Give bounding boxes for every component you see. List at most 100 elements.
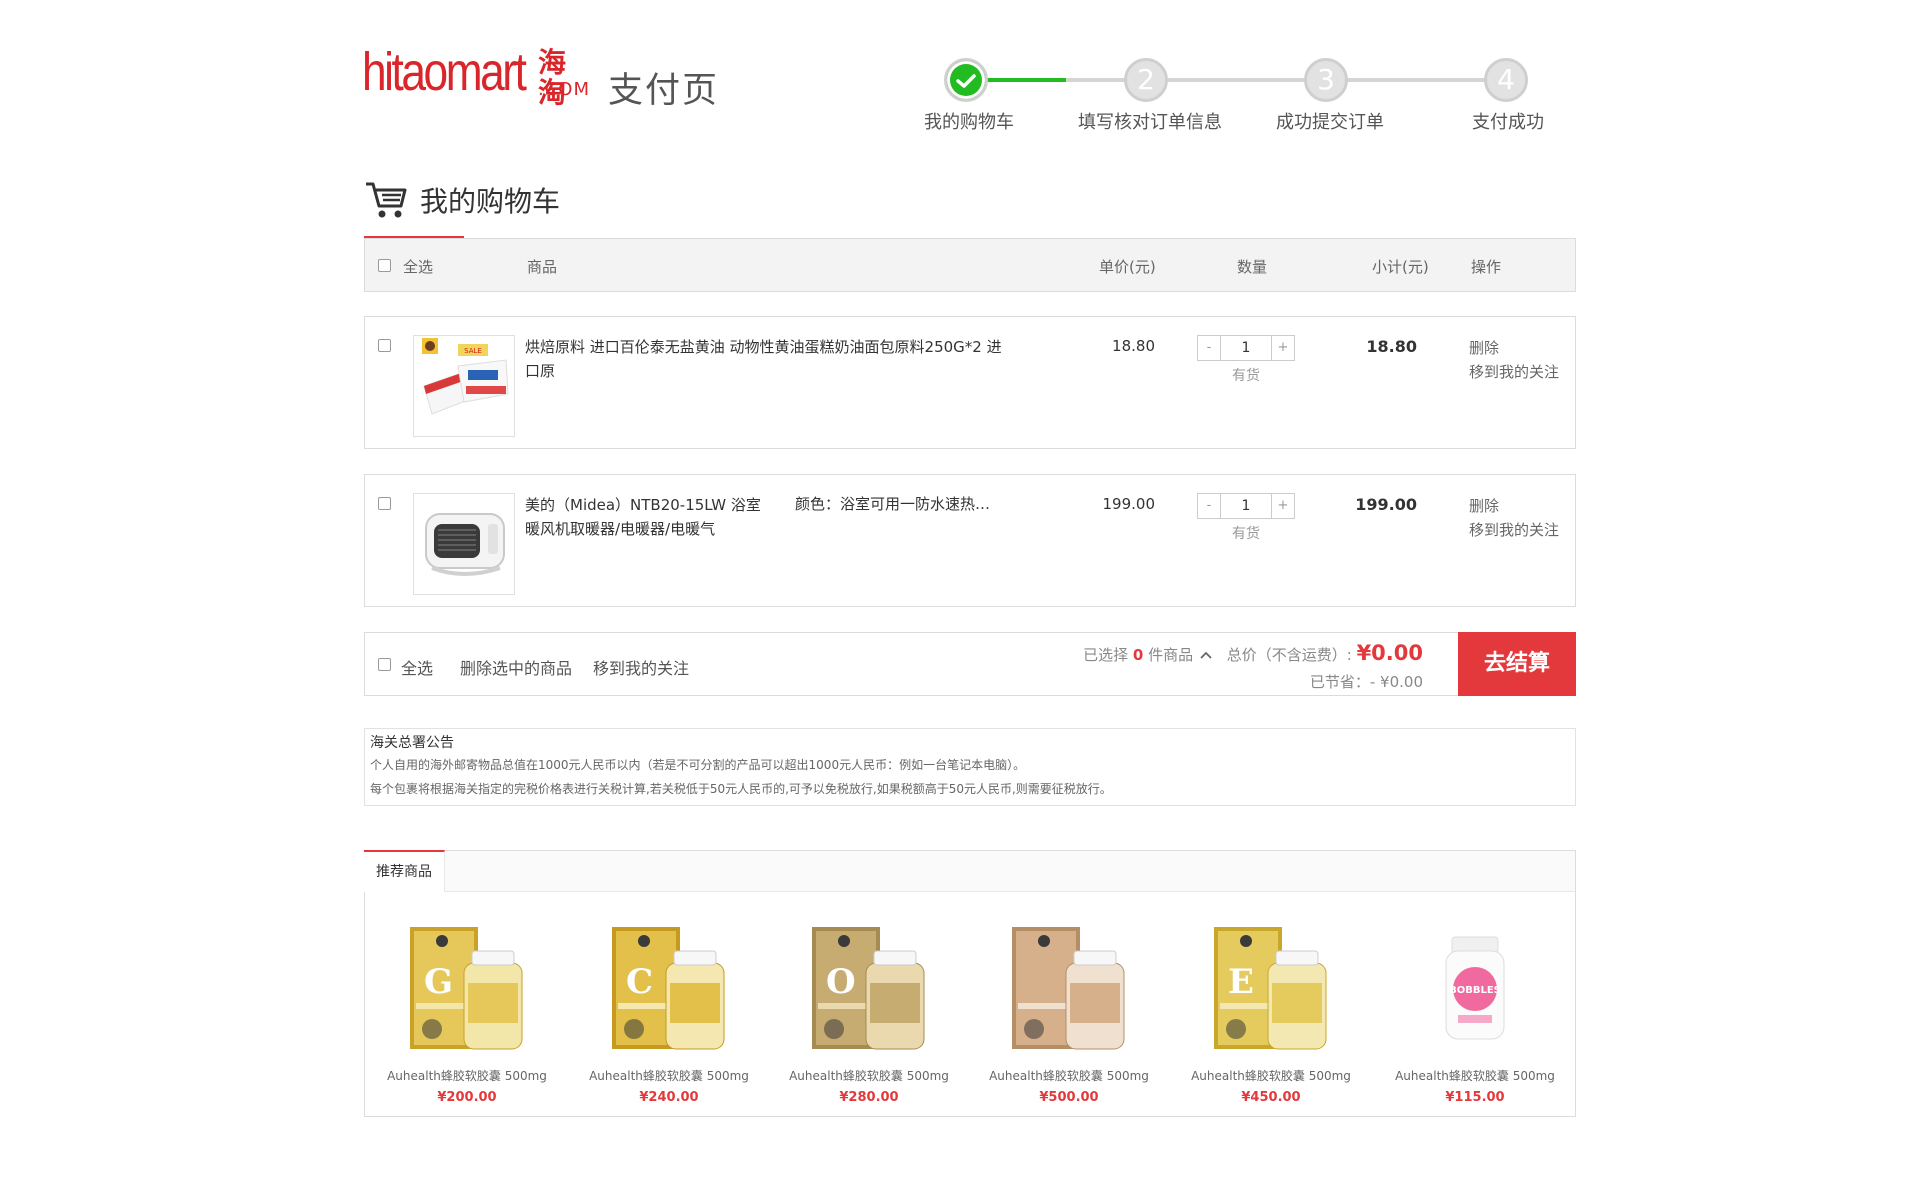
col-action: 操作 — [1471, 258, 1502, 276]
checkout-steps: 2 3 4 我的购物车 填写核对订单信息 成功提交订单 支付成功 — [924, 56, 1566, 136]
product-image-butter[interactable]: SALE — [413, 335, 515, 437]
svg-text:BOBBLES: BOBBLES — [1449, 985, 1501, 996]
chevron-up-icon[interactable] — [1200, 650, 1212, 660]
cart-item: 美的（Midea）NTB20-15LW 浴室暖风机取暖器/电暖器/电暖气 颜色：… — [364, 474, 1576, 607]
recommend-item-price: ¥500.00 — [1039, 1090, 1099, 1105]
notice-line: 每个包裹将根据海关指定的完税价格表进行关税计算,若关税低于50元人民币的,可予以… — [370, 782, 1112, 796]
step-1-label: 我的购物车 — [924, 112, 1014, 133]
qty-minus-button[interactable]: - — [1198, 494, 1220, 518]
recommend-product-image[interactable]: O — [804, 923, 934, 1055]
selected-count: 0 — [1132, 646, 1144, 664]
qty-minus-button[interactable]: - — [1198, 336, 1220, 360]
item-checkbox[interactable] — [378, 339, 391, 352]
tab-recommend[interactable]: 推荐商品 — [364, 850, 445, 892]
step-3-dot: 3 — [1304, 58, 1348, 102]
recommend-item[interactable]: C Auhealth蜂胶软胶囊 500mg ¥240.00 — [569, 923, 769, 1105]
recommend-header: 推荐商品 — [364, 850, 1575, 892]
step-2-dot: 2 — [1124, 58, 1168, 102]
site-logo[interactable]: hitaomart 海淘 .COM — [362, 42, 589, 108]
item-spec: 颜色：浴室可用一防水速热… — [795, 495, 991, 513]
quantity-stepper: - 1 + — [1197, 493, 1295, 519]
step-1-check-icon — [944, 58, 988, 102]
summary-move-to-follow[interactable]: 移到我的关注 — [593, 655, 689, 679]
qty-input[interactable]: 1 — [1220, 494, 1272, 518]
item-subtotal: 199.00 — [1355, 495, 1417, 514]
recommend-item-price: ¥240.00 — [639, 1090, 699, 1105]
recommend-item[interactable]: BOBBLES Auhealth蜂胶软胶囊 500mg ¥115.00 — [1375, 923, 1575, 1105]
svg-text:E: E — [1228, 962, 1254, 1002]
summary-select-all-checkbox[interactable] — [378, 658, 391, 671]
recommend-item-name[interactable]: Auhealth蜂胶软胶囊 500mg — [1375, 1067, 1575, 1084]
recommend-section: 推荐商品 G Auhealth蜂胶软胶囊 500mg ¥200.00 C Auhealt… — [364, 850, 1576, 1117]
recommend-item-name[interactable]: Auhealth蜂胶软胶囊 500mg — [1171, 1067, 1371, 1084]
item-name[interactable]: 烘焙原料 进口百伦泰无盐黄油 动物性黄油蛋糕奶油面包原料250G*2 进口原 — [525, 335, 1005, 383]
item-price: 199.00 — [1102, 495, 1156, 513]
delete-link[interactable]: 删除 — [1469, 337, 1499, 358]
cart-table-header: 全选 商品 单价(元) 数量 小计(元) 操作 — [364, 238, 1576, 292]
recommend-item[interactable]: G Auhealth蜂胶软胶囊 500mg ¥200.00 — [367, 923, 567, 1105]
notice-line: 个人自用的海外邮寄物品总值在1000元人民币以内（若是不可分割的产品可以超出10… — [370, 758, 1026, 772]
delete-link[interactable]: 删除 — [1469, 495, 1499, 516]
page-title: 支付页 — [608, 71, 720, 111]
svg-text:C: C — [626, 962, 653, 1002]
recommend-item[interactable]: E Auhealth蜂胶软胶囊 500mg ¥450.00 — [1171, 923, 1371, 1105]
item-subtotal: 18.80 — [1366, 337, 1417, 356]
delete-selected-button[interactable]: 删除选中的商品 — [460, 655, 572, 679]
move-to-follow-link[interactable]: 移到我的关注 — [1469, 519, 1559, 540]
recommend-item-name[interactable]: Auhealth蜂胶软胶囊 500mg — [569, 1067, 769, 1084]
quantity-stepper: - 1 + — [1197, 335, 1295, 361]
stock-status: 有货 — [1232, 526, 1260, 542]
recommend-item-name[interactable]: Auhealth蜂胶软胶囊 500mg — [769, 1067, 969, 1084]
step-2-label: 填写核对订单信息 — [1078, 112, 1222, 133]
qty-plus-button[interactable]: + — [1272, 494, 1294, 518]
item-name[interactable]: 美的（Midea）NTB20-15LW 浴室暖风机取暖器/电暖器/电暖气 — [525, 493, 775, 541]
select-all-label[interactable]: 全选 — [403, 256, 433, 277]
recommend-product-image[interactable] — [1004, 923, 1134, 1055]
logo-text: hitaomart — [362, 42, 527, 102]
cart-item: SALE 烘焙原料 进口百伦泰无盐黄油 动物性黄油蛋糕奶油面包原料250G*2 … — [364, 316, 1576, 449]
step-4-label: 支付成功 — [1472, 112, 1544, 133]
col-product: 商品 — [527, 258, 558, 276]
select-all-checkbox[interactable] — [378, 258, 391, 276]
col-quantity: 数量 — [1237, 258, 1268, 276]
product-image-heater[interactable] — [413, 493, 515, 595]
cart-heading: 我的购物车 — [364, 180, 560, 220]
recommend-item-price: ¥115.00 — [1445, 1090, 1505, 1105]
recommend-item[interactable]: Auhealth蜂胶软胶囊 500mg ¥500.00 — [969, 923, 1169, 1105]
saved-amount: 已节省：- ¥0.00 — [1309, 673, 1423, 691]
item-checkbox[interactable] — [378, 497, 391, 510]
notice-title: 海关总署公告 — [370, 735, 454, 751]
stock-status: 有货 — [1232, 368, 1260, 384]
cart-title: 我的购物车 — [420, 185, 561, 218]
recommend-product-image[interactable]: E — [1206, 923, 1336, 1055]
recommend-item-price: ¥200.00 — [437, 1090, 497, 1105]
logo-com: .COM — [538, 79, 590, 100]
svg-text:O: O — [826, 962, 856, 1002]
selected-prefix: 已选择 — [1083, 646, 1129, 664]
total-label: 总价（不含运费）: — [1226, 646, 1352, 664]
recommend-product-image[interactable]: BOBBLES — [1410, 923, 1540, 1055]
total-value: ¥0.00 — [1356, 641, 1423, 665]
recommend-item[interactable]: O Auhealth蜂胶软胶囊 500mg ¥280.00 — [769, 923, 969, 1105]
recommend-item-name[interactable]: Auhealth蜂胶软胶囊 500mg — [969, 1067, 1169, 1084]
col-unit-price: 单价(元) — [1099, 258, 1156, 276]
svg-text:SALE: SALE — [464, 347, 482, 355]
col-subtotal: 小计(元) — [1372, 258, 1429, 276]
selected-suffix[interactable]: 件商品 — [1148, 646, 1193, 664]
recommend-item-price: ¥450.00 — [1241, 1090, 1301, 1105]
checkout-button[interactable]: 去结算 — [1458, 632, 1576, 696]
step-4-dot: 4 — [1484, 58, 1528, 102]
summary-select-all-label[interactable]: 全选 — [401, 655, 433, 679]
recommend-item-price: ¥280.00 — [839, 1090, 899, 1105]
cart-summary-bar: 全选 删除选中的商品 移到我的关注 已选择 0 件商品 总价（不含运费）: ¥0… — [364, 632, 1576, 696]
recommend-product-image[interactable]: G — [402, 923, 532, 1055]
step-3-label: 成功提交订单 — [1276, 112, 1384, 133]
recommend-product-image[interactable]: C — [604, 923, 734, 1055]
qty-input[interactable]: 1 — [1220, 336, 1272, 360]
recommend-item-name[interactable]: Auhealth蜂胶软胶囊 500mg — [367, 1067, 567, 1084]
qty-plus-button[interactable]: + — [1272, 336, 1294, 360]
move-to-follow-link[interactable]: 移到我的关注 — [1469, 361, 1559, 382]
customs-notice: 海关总署公告 个人自用的海外邮寄物品总值在1000元人民币以内（若是不可分割的产… — [364, 728, 1576, 806]
summary-totals: 已选择 0 件商品 总价（不含运费）: ¥0.00 — [1083, 641, 1423, 665]
item-price: 18.80 — [1112, 337, 1155, 355]
